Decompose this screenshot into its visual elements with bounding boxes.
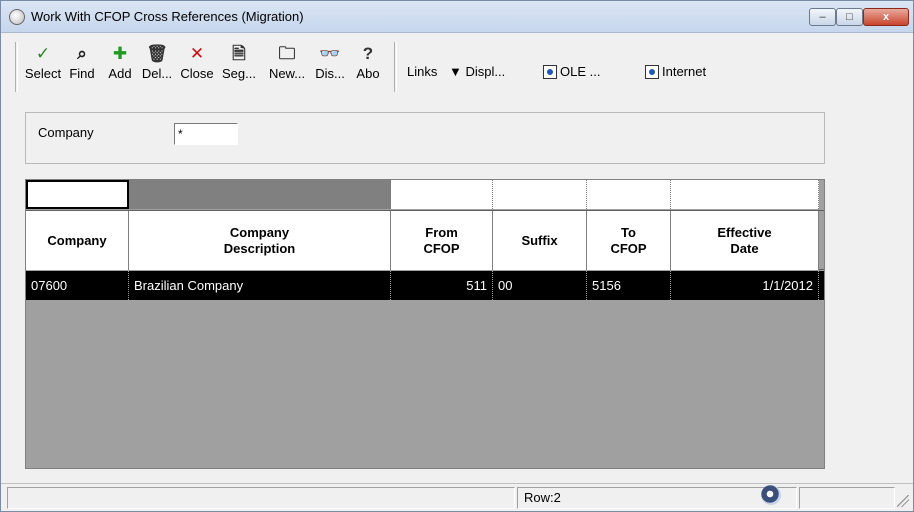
network-status-icon bbox=[761, 485, 781, 505]
qbe-to-cfop-cell[interactable] bbox=[587, 180, 671, 209]
display-menu[interactable]: ▼ Displ... bbox=[449, 64, 505, 80]
triangle-down-icon: ▼ bbox=[449, 64, 462, 79]
ole-icon bbox=[543, 65, 557, 79]
internet-link[interactable]: Internet bbox=[645, 64, 706, 80]
minimize-button[interactable]: – bbox=[809, 8, 836, 26]
status-pane-extra bbox=[799, 487, 895, 509]
new-button[interactable]: 🗀 New... bbox=[265, 44, 309, 81]
column-header-effective-date[interactable]: Effective Date bbox=[671, 211, 819, 270]
qbe-company-cell[interactable] bbox=[26, 180, 129, 209]
close-button[interactable]: ✕ Close bbox=[177, 44, 217, 81]
find-button[interactable]: ⌕ Find bbox=[65, 44, 99, 81]
trash-icon: 🗑 bbox=[146, 44, 168, 63]
segments-button[interactable]: 🗎 Seg... bbox=[219, 44, 259, 81]
pointer-help-icon: ? bbox=[362, 44, 374, 63]
add-button[interactable]: ✚ Add bbox=[105, 44, 135, 81]
column-header-description[interactable]: Company Description bbox=[129, 211, 391, 270]
qbe-from-cfop-cell[interactable] bbox=[391, 180, 493, 209]
app-icon bbox=[9, 9, 25, 25]
document-icon: 🗎 bbox=[232, 44, 246, 63]
column-header-row: Company Company Description From CFOP Su… bbox=[26, 210, 824, 270]
cell-effective-date: 1/1/2012 bbox=[671, 271, 819, 300]
close-button-label: Close bbox=[180, 66, 214, 81]
ole-link[interactable]: OLE ... bbox=[543, 64, 600, 80]
cell-to-cfop: 5156 bbox=[587, 271, 671, 300]
status-row-count: Row:2 bbox=[517, 487, 797, 509]
about-button-label: Abo bbox=[356, 66, 380, 81]
company-filter-input[interactable] bbox=[174, 123, 238, 145]
title-bar: Work With CFOP Cross References (Migrati… bbox=[1, 1, 913, 33]
cell-suffix: 00 bbox=[493, 271, 587, 300]
query-by-example-row bbox=[26, 180, 824, 210]
toolbar-grip[interactable] bbox=[15, 42, 18, 92]
find-icon: ⌕ bbox=[77, 44, 87, 63]
delete-button-label: Del... bbox=[141, 66, 173, 81]
select-button-label: Select bbox=[24, 66, 62, 81]
status-pane-main bbox=[7, 487, 515, 509]
column-header-suffix[interactable]: Suffix bbox=[493, 211, 587, 270]
internet-icon bbox=[645, 65, 659, 79]
filter-panel: Company bbox=[25, 112, 825, 164]
new-folder-icon: 🗀 bbox=[278, 44, 296, 63]
qbe-description-cell[interactable] bbox=[129, 180, 391, 209]
cell-from-cfop: 511 bbox=[391, 271, 493, 300]
cell-description: Brazilian Company bbox=[129, 271, 391, 300]
close-window-button[interactable]: x bbox=[863, 8, 909, 26]
qbe-effective-date-cell[interactable] bbox=[671, 180, 819, 209]
company-filter-label: Company bbox=[38, 125, 94, 140]
about-button[interactable]: ? Abo bbox=[353, 44, 383, 81]
segments-button-label: Seg... bbox=[222, 66, 256, 81]
window-title: Work With CFOP Cross References (Migrati… bbox=[31, 9, 304, 24]
x-icon: ✕ bbox=[189, 44, 205, 63]
maximize-button[interactable]: □ bbox=[836, 8, 863, 26]
results-grid: Company Company Description From CFOP Su… bbox=[25, 179, 825, 469]
links-menu[interactable]: Links bbox=[407, 64, 437, 80]
new-button-label: New... bbox=[268, 66, 306, 81]
cell-company: 07600 bbox=[26, 271, 129, 300]
toolbar-separator bbox=[394, 42, 397, 92]
select-button[interactable]: ✓ Select bbox=[23, 44, 63, 81]
qbe-suffix-cell[interactable] bbox=[493, 180, 587, 209]
column-header-company[interactable]: Company bbox=[26, 211, 129, 270]
plus-icon: ✚ bbox=[112, 44, 128, 63]
add-button-label: Add bbox=[108, 66, 132, 81]
glasses-icon: 👓 bbox=[319, 44, 341, 63]
column-header-from-cfop[interactable]: From CFOP bbox=[391, 211, 493, 270]
display-menu-label: Displ... bbox=[465, 64, 506, 79]
display-button-label: Dis... bbox=[315, 66, 345, 81]
toolbar: ✓ Select ⌕ Find ✚ Add 🗑 Del... ✕ Close 🗎… bbox=[1, 34, 913, 98]
table-row[interactable]: 07600 Brazilian Company 511 00 5156 1/1/… bbox=[26, 271, 824, 300]
column-header-to-cfop[interactable]: To CFOP bbox=[587, 211, 671, 270]
display-button[interactable]: 👓 Dis... bbox=[311, 44, 349, 81]
internet-link-label: Internet bbox=[662, 64, 707, 79]
find-button-label: Find bbox=[69, 66, 95, 81]
application-window: Work With CFOP Cross References (Migrati… bbox=[0, 0, 914, 512]
ole-link-label: OLE ... bbox=[560, 64, 601, 79]
delete-button[interactable]: 🗑 Del... bbox=[141, 44, 173, 81]
resize-grip[interactable] bbox=[897, 495, 909, 507]
checkmark-icon: ✓ bbox=[35, 44, 51, 63]
